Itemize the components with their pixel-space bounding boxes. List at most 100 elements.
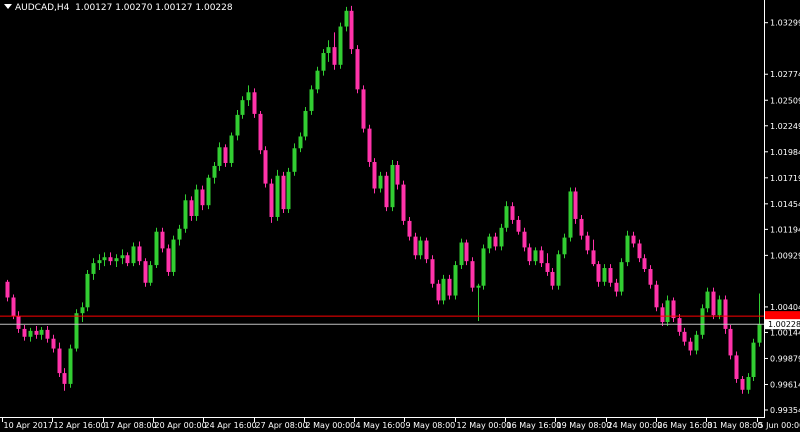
candle-body xyxy=(637,243,642,259)
candle xyxy=(550,268,555,290)
candle-body xyxy=(315,70,320,90)
candle xyxy=(91,258,96,280)
candle-body xyxy=(694,334,699,351)
candle xyxy=(413,232,418,260)
candle-body xyxy=(355,49,360,90)
candle-body xyxy=(321,53,326,71)
candle xyxy=(602,264,607,286)
candle xyxy=(441,274,446,305)
candle xyxy=(258,110,263,155)
candle xyxy=(263,146,268,188)
candle-body xyxy=(338,26,343,65)
candle-body xyxy=(125,255,130,264)
candle xyxy=(740,376,745,394)
candle-body xyxy=(401,184,406,221)
candle-body xyxy=(504,206,509,228)
candle-body xyxy=(252,92,257,114)
candle xyxy=(240,96,245,119)
candle xyxy=(608,264,613,287)
price-chart[interactable]: 1.00228 1.032991.027741.025091.022491.01… xyxy=(0,0,800,432)
candle xyxy=(591,239,596,267)
candle xyxy=(481,244,486,290)
candle-body xyxy=(85,273,90,308)
candle-body xyxy=(625,235,630,263)
candle xyxy=(62,368,67,391)
chart-axes xyxy=(0,0,765,418)
candle xyxy=(694,330,699,355)
candle-body xyxy=(349,10,354,50)
candle-body xyxy=(16,316,21,329)
candle-body xyxy=(550,271,555,286)
candle-body xyxy=(57,348,62,374)
candle-body xyxy=(705,291,710,309)
candle xyxy=(11,294,16,320)
candle-body xyxy=(568,191,573,238)
candle-body xyxy=(263,150,268,184)
candle xyxy=(372,158,377,194)
candle xyxy=(338,22,343,69)
candle xyxy=(746,373,751,394)
price-tick-label: 0.99354 xyxy=(770,406,800,415)
candle xyxy=(401,180,406,225)
candle xyxy=(562,233,567,259)
candle xyxy=(688,337,693,356)
candle-body xyxy=(734,355,739,379)
price-tick-label: 1.01194 xyxy=(770,225,800,234)
candle xyxy=(654,280,659,312)
candle-body xyxy=(665,300,670,323)
candle xyxy=(556,250,561,290)
candle-body xyxy=(286,171,291,210)
candle-body xyxy=(258,113,263,151)
candle-body xyxy=(395,164,400,185)
candle-body xyxy=(459,242,464,266)
candle xyxy=(281,171,286,214)
candle xyxy=(57,342,62,378)
candle-body xyxy=(717,299,722,316)
candle xyxy=(533,247,538,266)
candle xyxy=(235,109,240,141)
candle-body xyxy=(585,235,590,251)
candle xyxy=(723,295,728,334)
candle-body xyxy=(677,318,682,332)
candle xyxy=(5,279,10,302)
candle-body xyxy=(246,92,251,101)
candle xyxy=(395,161,400,190)
candle xyxy=(275,169,280,221)
price-tick-label: 0.99614 xyxy=(770,380,800,389)
chart-window[interactable]: 1.00228 1.03299 1.02774 1.02509 1.02249 1.01… xyxy=(0,0,800,432)
candle xyxy=(573,187,578,224)
candle xyxy=(390,160,395,212)
candle-body xyxy=(533,250,538,262)
price-tick-label: 1.03299 xyxy=(770,19,800,28)
candle xyxy=(677,314,682,336)
candle xyxy=(522,227,527,252)
candle xyxy=(568,187,573,242)
candle xyxy=(246,85,251,107)
candle-body xyxy=(22,328,27,337)
candle xyxy=(407,216,412,241)
price-tick-label: 1.00144 xyxy=(770,328,800,337)
candle-body xyxy=(751,342,756,378)
time-tick-label: 24 Apr 16:00 xyxy=(205,421,257,430)
candle-body xyxy=(487,236,492,249)
candle xyxy=(470,257,475,292)
candle-body xyxy=(378,175,383,189)
candle-body xyxy=(596,264,601,282)
candle xyxy=(459,238,464,270)
candle xyxy=(28,327,33,342)
candle xyxy=(367,124,372,167)
candle xyxy=(298,132,303,153)
candle xyxy=(717,295,722,320)
price-tick-label: 1.01719 xyxy=(770,174,800,183)
dropdown-triangle-icon[interactable] xyxy=(4,4,12,9)
candle-body xyxy=(120,255,125,259)
candle-body xyxy=(62,373,67,384)
candle-body xyxy=(711,291,716,316)
candle-body xyxy=(102,257,107,261)
chart-title: AUDCAD,H4 1.00127 1.00270 1.00127 1.0022… xyxy=(4,3,233,13)
candle xyxy=(120,249,125,265)
candle xyxy=(177,224,182,246)
candle-body xyxy=(654,284,659,308)
time-tick-label: 5 Jun 00:00 xyxy=(759,421,800,430)
price-tick-label: 1.01984 xyxy=(770,148,800,157)
